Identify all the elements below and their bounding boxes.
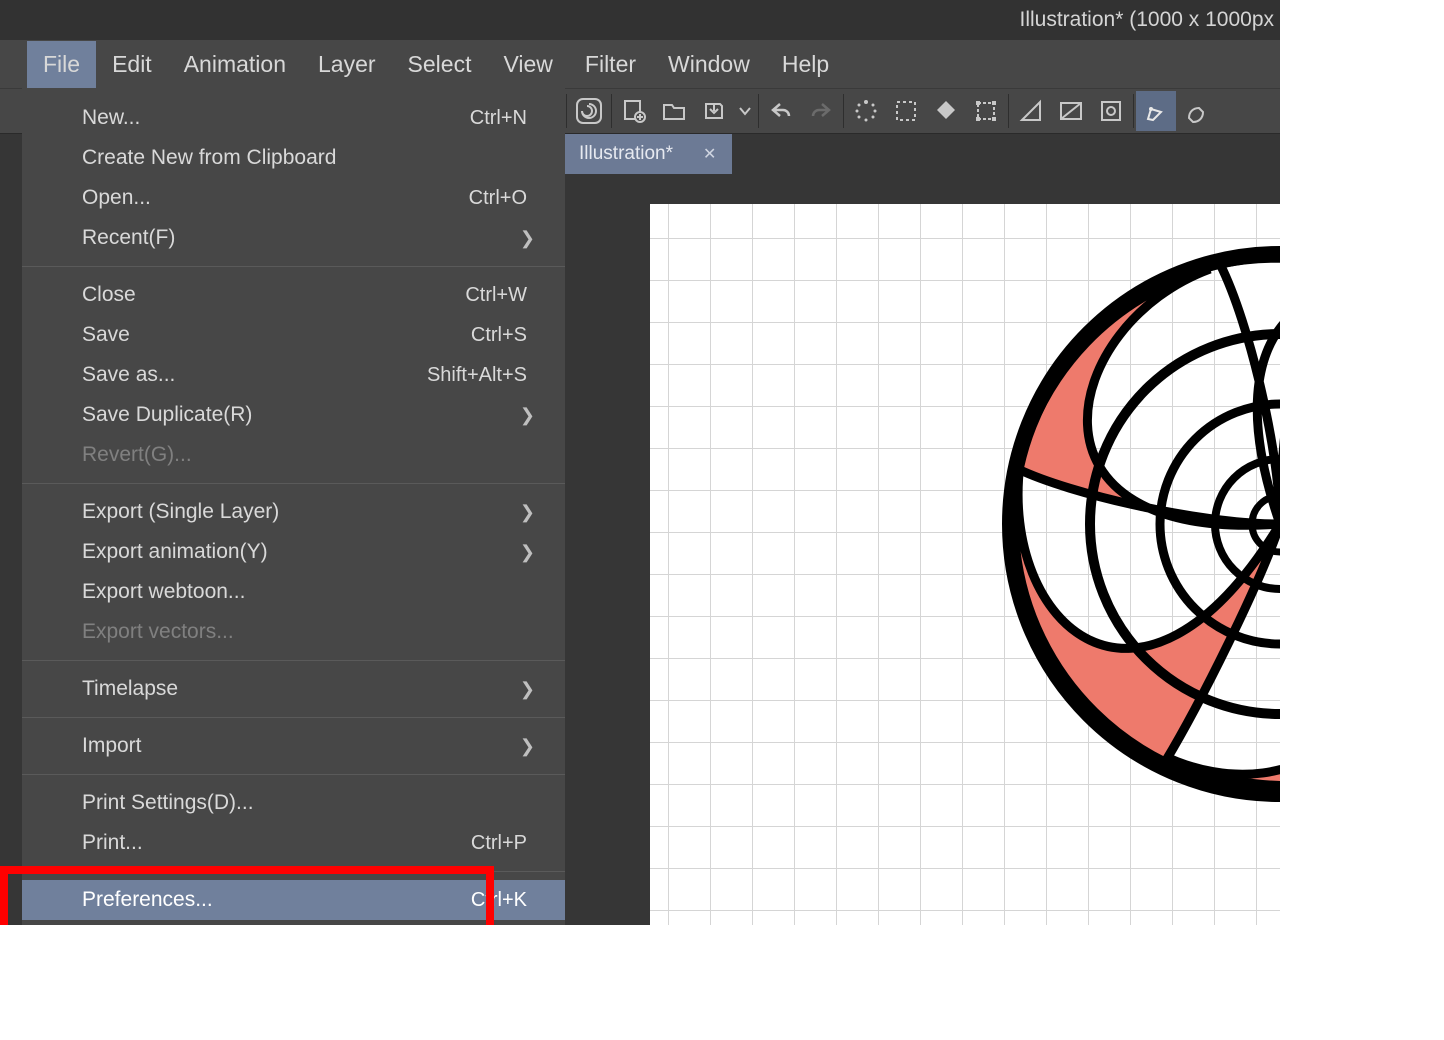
menuitem-label: Export vectors... [82,620,543,644]
menu-file[interactable]: File [27,41,96,88]
menuitem-shortcut: Ctrl+O [469,187,543,210]
pen-icon[interactable] [1136,91,1176,131]
menuitem-export-vectors: Export vectors... [82,612,543,652]
titlebar: Illustration* (1000 x 1000px [0,0,1280,40]
menu-separator [22,266,565,267]
menu-separator [22,660,565,661]
menuitem-open[interactable]: Open...Ctrl+O [82,178,543,218]
menuitem-label: Open... [82,186,469,210]
menuitem-label: Save as... [82,363,427,387]
chevron-down-icon[interactable] [734,91,756,131]
menuitem-import[interactable]: Import❯ [82,726,543,766]
menuitem-label: Save [82,323,471,347]
menuitem-label: Import [82,734,543,758]
mask-icon[interactable] [1051,91,1091,131]
menu-filter[interactable]: Filter [569,41,652,88]
open-folder-icon[interactable] [654,91,694,131]
menuitem-save[interactable]: SaveCtrl+S [82,315,543,355]
menuitem-shortcut: Ctrl+W [465,284,543,307]
menuitem-print-settings-d[interactable]: Print Settings(D)... [82,783,543,823]
chevron-right-icon: ❯ [520,405,535,426]
crop-icon[interactable] [966,91,1006,131]
menuitem-shortcut: Ctrl+K [471,889,543,912]
menuitem-label: Recent(F) [82,226,543,250]
document-tab-label: Illustration* [579,143,673,165]
menuitem-label: Close [82,283,465,307]
menuitem-label: Export (Single Layer) [82,500,543,524]
menuitem-label: Export webtoon... [82,580,543,604]
menuitem-export-single-layer[interactable]: Export (Single Layer)❯ [82,492,543,532]
menuitem-export-webtoon[interactable]: Export webtoon... [82,572,543,612]
document-tab[interactable]: Illustration* ✕ [563,134,732,174]
paint-icon[interactable] [1176,91,1216,131]
loading-dots-icon[interactable] [846,91,886,131]
brush-icon[interactable] [926,91,966,131]
marquee-dots-icon[interactable] [886,91,926,131]
menuitem-recent-f[interactable]: Recent(F)❯ [82,218,543,258]
menu-view[interactable]: View [487,41,568,88]
chevron-right-icon: ❯ [520,542,535,563]
chevron-right-icon: ❯ [520,228,535,249]
menuitem-label: Print... [82,831,471,855]
triangle-icon[interactable] [1011,91,1051,131]
save-icon[interactable] [694,91,734,131]
menuitem-revert-g: Revert(G)... [82,435,543,475]
menuitem-label: New... [82,106,470,130]
menuitem-export-animation-y[interactable]: Export animation(Y)❯ [82,532,543,572]
menu-animation[interactable]: Animation [168,41,302,88]
chevron-right-icon: ❯ [520,502,535,523]
menu-separator [22,483,565,484]
menuitem-label: Timelapse [82,677,543,701]
file-menu-dropdown: New...Ctrl+N Create New from Clipboard Ope… [22,88,565,925]
menuitem-shortcut: Ctrl+N [470,107,543,130]
menuitem-new[interactable]: New...Ctrl+N [82,98,543,138]
menu-help[interactable]: Help [766,41,845,88]
canvas[interactable] [650,204,1280,925]
close-icon[interactable]: ✕ [703,144,716,164]
menuitem-label: Export animation(Y) [82,540,543,564]
menuitem-shortcut: Ctrl+P [471,832,543,855]
menu-separator [22,717,565,718]
menuitem-close[interactable]: CloseCtrl+W [82,275,543,315]
menuitem-label: Revert(G)... [82,443,543,467]
rose-illustration [960,234,1280,925]
menubar: FileEditAnimationLayerSelectViewFilterWi… [0,40,1280,88]
menuitem-label: Create New from Clipboard [82,146,543,170]
menu-separator [22,871,565,872]
menuitem-label: Print Settings(D)... [82,791,543,815]
menuitem-label: Preferences... [82,888,471,912]
chevron-right-icon: ❯ [520,736,535,757]
menu-layer[interactable]: Layer [302,41,392,88]
chevron-right-icon: ❯ [520,679,535,700]
menuitem-timelapse[interactable]: Timelapse❯ [82,669,543,709]
menu-select[interactable]: Select [392,41,488,88]
menuitem-label: Save Duplicate(R) [82,403,543,427]
menu-separator [22,774,565,775]
menuitem-print[interactable]: Print...Ctrl+P [82,823,543,863]
menuitem-create-new-from-clipboard[interactable]: Create New from Clipboard [82,138,543,178]
wand-icon[interactable] [1091,91,1131,131]
menuitem-save-duplicate-r[interactable]: Save Duplicate(R)❯ [82,395,543,435]
menuitem-save-as[interactable]: Save as...Shift+Alt+S [82,355,543,395]
menuitem-privacy-settings[interactable]: Privacy Settings... [82,920,543,925]
undo-icon[interactable] [761,91,801,131]
app-window: Illustration* (1000 x 1000px FileEditAni… [0,0,1280,925]
window-title: Illustration* (1000 x 1000px [1020,8,1275,32]
menuitem-shortcut: Ctrl+S [471,324,543,347]
menu-window[interactable]: Window [652,41,766,88]
menu-edit[interactable]: Edit [96,41,168,88]
menuitem-shortcut: Shift+Alt+S [427,364,543,387]
new-doc-icon[interactable] [614,91,654,131]
redo-icon[interactable] [801,91,841,131]
menuitem-preferences[interactable]: Preferences...Ctrl+K [22,880,565,920]
spiral-icon[interactable] [569,91,609,131]
